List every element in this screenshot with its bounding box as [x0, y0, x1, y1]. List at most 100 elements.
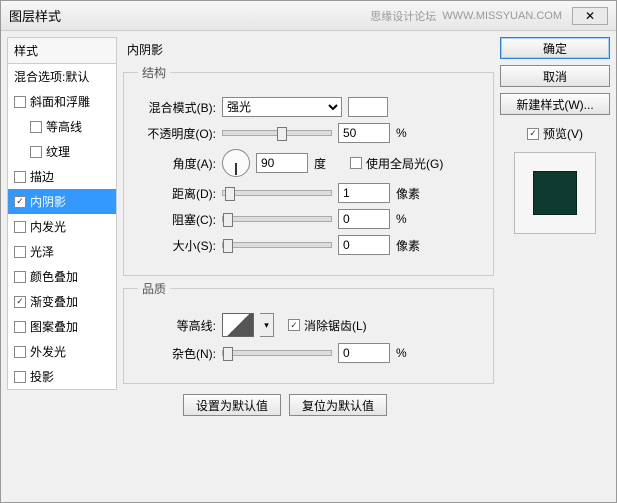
preview-box	[514, 152, 596, 234]
choke-unit: %	[396, 212, 426, 226]
opacity-slider[interactable]	[222, 130, 332, 136]
contour-row: 等高线: ▾ 消除锯齿(L)	[138, 313, 479, 337]
right-panel: 确定 取消 新建样式(W)... 预览(V)	[500, 37, 610, 496]
style-item-3[interactable]: 描边	[8, 164, 116, 189]
contour-picker[interactable]	[222, 313, 254, 337]
reset-default-button[interactable]: 复位为默认值	[289, 394, 387, 416]
style-checkbox[interactable]	[14, 321, 26, 333]
style-item-label: 纹理	[46, 143, 70, 160]
style-checkbox[interactable]	[14, 96, 26, 108]
style-checkbox[interactable]	[14, 246, 26, 258]
style-checkbox[interactable]	[14, 346, 26, 358]
styles-list: 混合选项:默认 斜面和浮雕等高线纹理描边内阴影内发光光泽颜色叠加渐变叠加图案叠加…	[7, 63, 117, 390]
style-checkbox[interactable]	[14, 296, 26, 308]
preview-thumbnail	[533, 171, 577, 215]
titlebar: 图层样式 思缘设计论坛 WWW.MISSYUAN.COM ✕	[1, 1, 616, 31]
noise-input[interactable]	[338, 343, 390, 363]
angle-label: 角度(A):	[138, 155, 216, 172]
contour-dropdown[interactable]: ▾	[260, 313, 274, 337]
angle-row: 角度(A): 度 使用全局光(G)	[138, 149, 479, 177]
distance-unit: 像素	[396, 185, 426, 202]
global-light-checkbox[interactable]: 使用全局光(G)	[350, 155, 443, 172]
style-item-6[interactable]: 光泽	[8, 239, 116, 264]
styles-panel: 样式 混合选项:默认 斜面和浮雕等高线纹理描边内阴影内发光光泽颜色叠加渐变叠加图…	[7, 37, 117, 496]
noise-unit: %	[396, 346, 426, 360]
quality-legend: 品质	[138, 280, 170, 297]
color-swatch[interactable]	[348, 97, 388, 117]
style-item-label: 内发光	[30, 218, 66, 235]
style-checkbox[interactable]	[30, 146, 42, 158]
cancel-button[interactable]: 取消	[500, 65, 610, 87]
blend-options-label: 混合选项:默认	[14, 68, 89, 85]
style-item-label: 内阴影	[30, 193, 66, 210]
choke-slider[interactable]	[222, 216, 332, 222]
ok-button[interactable]: 确定	[500, 37, 610, 59]
distance-input[interactable]	[338, 183, 390, 203]
style-item-5[interactable]: 内发光	[8, 214, 116, 239]
distance-row: 距离(D): 像素	[138, 183, 479, 203]
angle-unit: 度	[314, 155, 344, 172]
style-item-7[interactable]: 颜色叠加	[8, 264, 116, 289]
angle-input[interactable]	[256, 153, 308, 173]
close-button[interactable]: ✕	[572, 7, 608, 25]
style-item-label: 等高线	[46, 118, 82, 135]
blend-mode-label: 混合模式(B):	[138, 99, 216, 116]
global-light-label: 使用全局光(G)	[366, 155, 443, 172]
style-checkbox[interactable]	[14, 171, 26, 183]
opacity-row: 不透明度(O): %	[138, 123, 479, 143]
effect-title: 内阴影	[123, 37, 494, 60]
styles-header[interactable]: 样式	[7, 37, 117, 63]
style-checkbox[interactable]	[14, 196, 26, 208]
style-item-label: 斜面和浮雕	[30, 93, 90, 110]
distance-label: 距离(D):	[138, 185, 216, 202]
opacity-unit: %	[396, 126, 426, 140]
structure-legend: 结构	[138, 64, 170, 81]
style-item-0[interactable]: 斜面和浮雕	[8, 89, 116, 114]
angle-dial[interactable]	[222, 149, 250, 177]
style-item-9[interactable]: 图案叠加	[8, 314, 116, 339]
size-unit: 像素	[396, 237, 426, 254]
style-checkbox[interactable]	[14, 221, 26, 233]
style-item-label: 光泽	[30, 243, 54, 260]
style-checkbox[interactable]	[14, 371, 26, 383]
style-item-label: 颜色叠加	[30, 268, 78, 285]
style-item-label: 外发光	[30, 343, 66, 360]
choke-input[interactable]	[338, 209, 390, 229]
style-item-label: 描边	[30, 168, 54, 185]
noise-row: 杂色(N): %	[138, 343, 479, 363]
style-item-label: 图案叠加	[30, 318, 78, 335]
blend-mode-row: 混合模式(B): 强光	[138, 97, 479, 117]
antialias-checkbox[interactable]: 消除锯齿(L)	[288, 317, 367, 334]
opacity-label: 不透明度(O):	[138, 125, 216, 142]
noise-slider[interactable]	[222, 350, 332, 356]
structure-group: 结构 混合模式(B): 强光 不透明度(O): % 角度(A):	[123, 64, 494, 276]
noise-label: 杂色(N):	[138, 345, 216, 362]
defaults-row: 设置为默认值 复位为默认值	[183, 394, 494, 416]
style-checkbox[interactable]	[14, 271, 26, 283]
new-style-button[interactable]: 新建样式(W)...	[500, 93, 610, 115]
style-item-4[interactable]: 内阴影	[8, 189, 116, 214]
choke-row: 阻塞(C): %	[138, 209, 479, 229]
contour-label: 等高线:	[138, 317, 216, 334]
style-item-1[interactable]: 等高线	[8, 114, 116, 139]
preview-checkbox[interactable]: 预览(V)	[527, 125, 583, 142]
layer-style-dialog: 图层样式 思缘设计论坛 WWW.MISSYUAN.COM ✕ 样式 混合选项:默…	[0, 0, 617, 503]
window-title: 图层样式	[9, 6, 370, 25]
choke-label: 阻塞(C):	[138, 211, 216, 228]
watermark-url: WWW.MISSYUAN.COM	[442, 10, 562, 22]
distance-slider[interactable]	[222, 190, 332, 196]
blend-mode-select[interactable]: 强光	[222, 97, 342, 117]
size-row: 大小(S): 像素	[138, 235, 479, 255]
set-default-button[interactable]: 设置为默认值	[183, 394, 281, 416]
style-checkbox[interactable]	[30, 121, 42, 133]
style-item-10[interactable]: 外发光	[8, 339, 116, 364]
blend-options-item[interactable]: 混合选项:默认	[8, 64, 116, 89]
size-slider[interactable]	[222, 242, 332, 248]
size-label: 大小(S):	[138, 237, 216, 254]
preview-label: 预览(V)	[543, 125, 583, 142]
style-item-8[interactable]: 渐变叠加	[8, 289, 116, 314]
size-input[interactable]	[338, 235, 390, 255]
style-item-2[interactable]: 纹理	[8, 139, 116, 164]
opacity-input[interactable]	[338, 123, 390, 143]
style-item-11[interactable]: 投影	[8, 364, 116, 389]
